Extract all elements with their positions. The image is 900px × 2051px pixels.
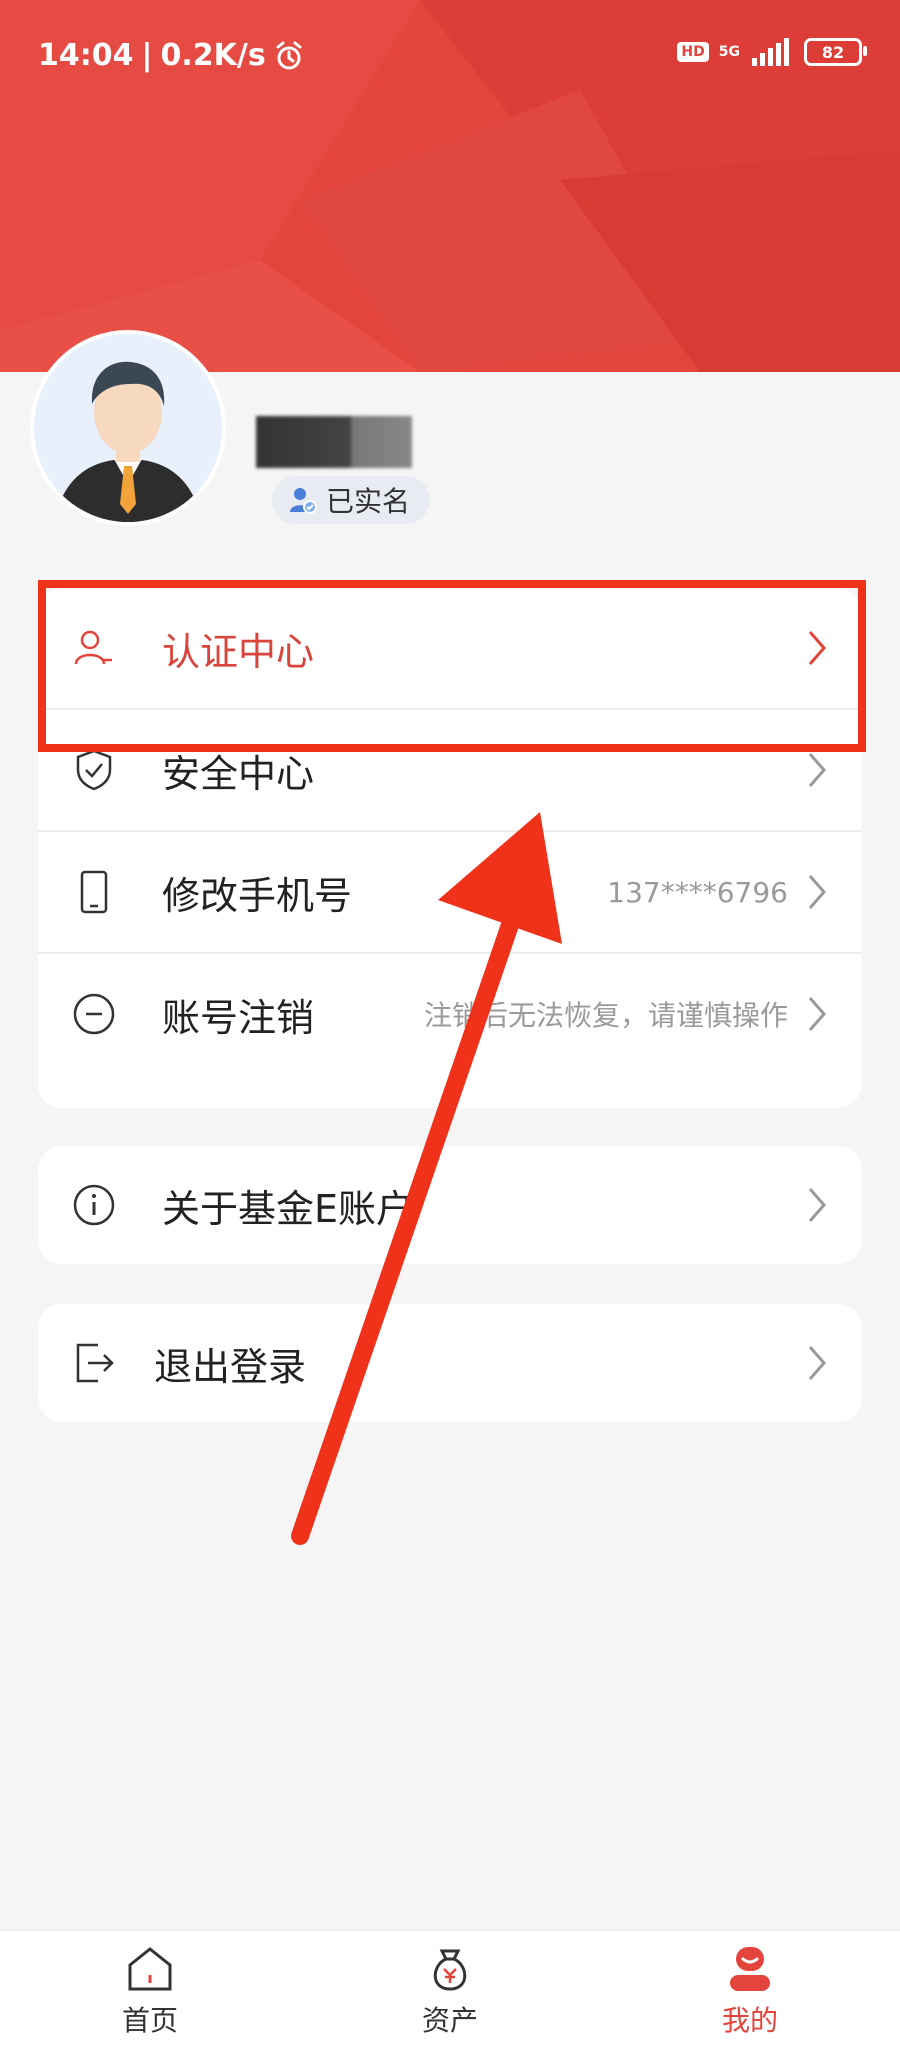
annotation-highlight-box xyxy=(38,580,866,752)
nav-tab-mine[interactable]: 我的 xyxy=(690,1945,810,2039)
chevron-right-icon xyxy=(808,753,826,787)
minus-circle-icon xyxy=(73,993,115,1035)
status-separator: | xyxy=(141,38,153,73)
nav-tab-assets[interactable]: 资产 xyxy=(390,1945,510,2039)
profile-section: 已实名 xyxy=(0,330,900,550)
battery-level: 82 xyxy=(821,42,845,62)
nav-label-home: 首页 xyxy=(121,2004,178,2037)
logout-icon xyxy=(76,1343,114,1383)
logout-card: 退出登录 xyxy=(38,1304,862,1422)
signal-5g-label: 5G xyxy=(718,44,740,60)
chevron-right-icon xyxy=(808,997,826,1031)
user-profile-icon xyxy=(730,1947,770,1991)
nav-tab-home[interactable]: 首页 xyxy=(90,1945,210,2039)
menu-item-about[interactable]: 关于基金E账户 xyxy=(38,1146,862,1264)
phone-number-value: 137****6796 xyxy=(607,875,788,909)
menu-label-logout: 退出登录 xyxy=(154,1344,307,1389)
nav-label-mine: 我的 xyxy=(721,2004,778,2037)
verified-user-icon xyxy=(290,488,317,514)
menu-label-about: 关于基金E账户 xyxy=(162,1186,415,1231)
verified-badge: 已实名 xyxy=(272,476,431,524)
hd-icon: HD xyxy=(677,42,709,62)
status-bar: 14:04 | 0.2K/s HD 5G 82 xyxy=(0,0,900,110)
menu-item-logout[interactable]: 退出登录 xyxy=(38,1304,862,1422)
about-card: 关于基金E账户 xyxy=(38,1146,862,1264)
menu-label-change-phone: 修改手机号 xyxy=(162,873,353,918)
chevron-right-icon xyxy=(808,1346,826,1380)
deactivate-warning: 注销后无法恢复，请谨慎操作 xyxy=(423,999,788,1032)
nav-label-assets: 资产 xyxy=(421,2004,478,2037)
battery-icon: 82 xyxy=(804,38,867,66)
network-speed: 0.2K/s xyxy=(160,38,266,73)
chevron-right-icon xyxy=(808,1188,826,1222)
status-time: 14:04 xyxy=(38,38,134,73)
signal-icon xyxy=(752,38,789,66)
info-icon xyxy=(73,1184,115,1226)
menu-item-deactivate-account[interactable]: 账号注销 注销后无法恢复，请谨慎操作 xyxy=(38,954,862,1074)
avatar[interactable] xyxy=(30,330,226,526)
home-icon xyxy=(128,1947,172,1991)
menu-item-change-phone[interactable]: 修改手机号 137****6796 xyxy=(38,832,862,952)
menu-label-deactivate: 账号注销 xyxy=(162,995,315,1040)
money-bag-icon xyxy=(433,1949,467,1991)
bottom-navigation: 首页 资产 我的 xyxy=(0,1930,900,2051)
user-name-redacted xyxy=(256,416,412,468)
chevron-right-icon xyxy=(808,875,826,909)
verified-label: 已实名 xyxy=(326,485,411,518)
phone-icon xyxy=(80,870,108,914)
shield-icon xyxy=(76,749,112,791)
avatar-illustration xyxy=(34,334,222,522)
alarm-icon xyxy=(276,41,302,69)
